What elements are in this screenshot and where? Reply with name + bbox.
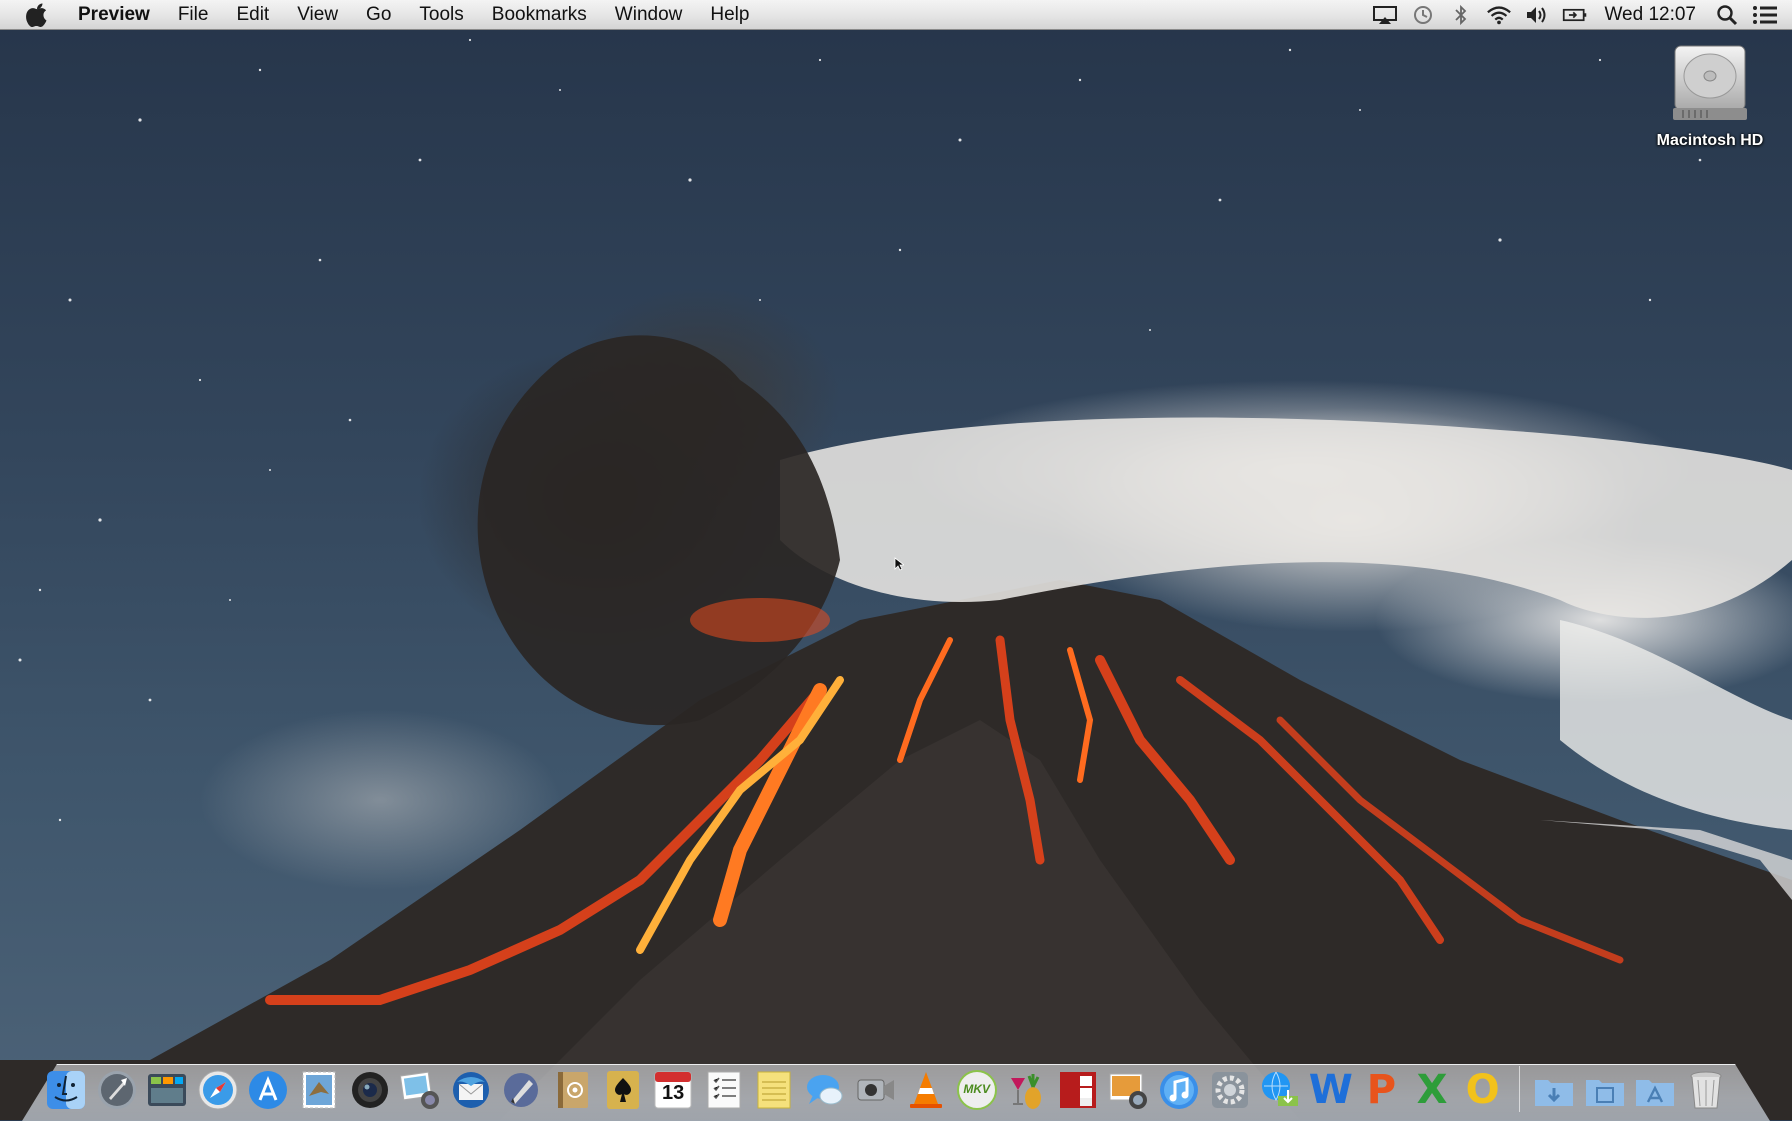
dock-powerpoint[interactable]: P — [1359, 1067, 1403, 1113]
dock-vlc[interactable] — [904, 1068, 948, 1112]
word-letter-icon: W — [1308, 1067, 1353, 1113]
dock-facetime[interactable] — [854, 1068, 898, 1112]
menu-clock[interactable]: Wed 12:07 — [1604, 4, 1696, 26]
spotlight-search-icon[interactable] — [1714, 4, 1740, 26]
mkv-label: MKV — [963, 1082, 991, 1096]
photo-booth-icon — [1059, 1072, 1096, 1108]
menu-go[interactable]: Go — [352, 0, 405, 30]
dock-facetime-camera[interactable] — [348, 1068, 392, 1112]
hard-drive-icon — [1669, 42, 1751, 126]
airplay-icon[interactable] — [1372, 4, 1398, 26]
dock-downloads-stack[interactable] — [1532, 1068, 1576, 1112]
dock-launchpad[interactable] — [95, 1068, 139, 1112]
dock-messages[interactable] — [803, 1068, 847, 1112]
dock-reminders[interactable] — [702, 1068, 746, 1112]
launchpad-icon — [97, 1071, 136, 1109]
volume-icon[interactable] — [1524, 4, 1550, 26]
dock-itunes[interactable] — [1157, 1068, 1201, 1112]
menu-edit[interactable]: Edit — [222, 0, 283, 30]
dock-iphoto[interactable] — [398, 1068, 442, 1112]
excel-letter-icon: X — [1416, 1067, 1448, 1113]
stamp-bird-icon — [302, 1071, 336, 1109]
cloud — [780, 417, 1792, 618]
menu-bar: Preview File Edit View Go Tools Bookmark… — [0, 0, 1792, 30]
camera-lens-icon — [351, 1072, 388, 1108]
menu-file[interactable]: File — [164, 0, 223, 30]
menu-view[interactable]: View — [283, 0, 352, 30]
gear-icon — [1211, 1072, 1248, 1108]
dock-separator — [1519, 1066, 1521, 1112]
dock-excel[interactable]: X — [1410, 1067, 1454, 1113]
documents-folder-icon — [1585, 1080, 1624, 1106]
dock-word[interactable]: W — [1308, 1067, 1353, 1113]
trash-icon — [1690, 1071, 1722, 1109]
app-store-icon — [249, 1071, 288, 1109]
dock-applications-stack[interactable] — [1633, 1068, 1677, 1112]
dock-photo-booth[interactable] — [1056, 1068, 1100, 1112]
vlc-cone-icon — [910, 1072, 943, 1108]
globe-download-icon — [1262, 1071, 1299, 1106]
powerpoint-letter-icon: P — [1366, 1067, 1397, 1113]
menu-bookmarks[interactable]: Bookmarks — [478, 0, 601, 30]
dock-image-capture[interactable] — [1106, 1068, 1150, 1112]
dock-solitaire[interactable] — [601, 1068, 645, 1112]
address-book-icon — [557, 1072, 588, 1108]
menu-window[interactable]: Window — [601, 0, 697, 30]
dock-mail-stamp[interactable] — [297, 1068, 341, 1112]
mouse-cursor-icon — [894, 557, 906, 571]
dock-system-preferences[interactable] — [1208, 1068, 1252, 1112]
time-machine-icon[interactable] — [1410, 4, 1436, 26]
desktop-icon-label: Macintosh HD — [1656, 132, 1764, 149]
downloads-folder-icon — [1535, 1080, 1574, 1106]
menu-tools[interactable]: Tools — [405, 0, 477, 30]
spade-card-icon — [606, 1071, 639, 1109]
dock-pen-tool[interactable] — [499, 1068, 543, 1112]
applications-folder-icon — [1636, 1080, 1675, 1106]
menu-help[interactable]: Help — [696, 0, 763, 30]
battery-icon[interactable] — [1562, 4, 1588, 26]
dock-trash[interactable] — [1684, 1068, 1728, 1112]
wifi-icon[interactable] — [1486, 4, 1512, 26]
dock-outlook[interactable]: O — [1461, 1067, 1505, 1113]
desktop-icon-macintosh-hd[interactable]: Macintosh HD — [1640, 42, 1780, 150]
image-capture-icon — [1109, 1073, 1148, 1109]
menu-app-name[interactable]: Preview — [76, 0, 164, 30]
safari-compass-icon — [198, 1070, 238, 1110]
dock: 13 MKV W P X O — [44, 1056, 1735, 1113]
dock-calendar[interactable]: 13 — [651, 1068, 695, 1112]
dock-safari[interactable] — [196, 1068, 240, 1112]
pen-icon — [504, 1073, 539, 1107]
dock-cocktail[interactable] — [1005, 1068, 1049, 1112]
itunes-icon — [1160, 1071, 1199, 1109]
apple-icon[interactable] — [26, 2, 52, 28]
notes-icon — [757, 1071, 791, 1109]
mission-control-icon — [148, 1074, 187, 1106]
messages-icon — [806, 1075, 843, 1105]
dock-network-utility[interactable] — [1258, 1068, 1302, 1112]
finder-icon — [47, 1071, 85, 1109]
dock-mission-control[interactable] — [145, 1068, 189, 1112]
reminders-icon — [707, 1071, 741, 1109]
dock-documents-stack[interactable] — [1583, 1068, 1627, 1112]
calendar-date: 13 — [662, 1082, 685, 1104]
thunderbird-icon — [452, 1072, 489, 1108]
notification-center-icon[interactable] — [1752, 4, 1778, 26]
dock-notes[interactable] — [752, 1068, 796, 1112]
bluetooth-icon[interactable] — [1448, 4, 1474, 26]
dock-address-book[interactable] — [550, 1068, 594, 1112]
dock-app-store[interactable] — [246, 1068, 290, 1112]
menu-extras: Wed 12:07 — [1366, 0, 1792, 30]
video-camera-icon — [857, 1079, 894, 1101]
dock-thunderbird[interactable] — [449, 1068, 493, 1112]
cocktail-pineapple-icon — [1011, 1074, 1042, 1109]
outlook-letter-icon: O — [1465, 1067, 1500, 1113]
dock-mkv[interactable]: MKV — [955, 1068, 999, 1112]
dock-finder[interactable] — [44, 1068, 88, 1112]
iphoto-icon — [400, 1071, 440, 1109]
